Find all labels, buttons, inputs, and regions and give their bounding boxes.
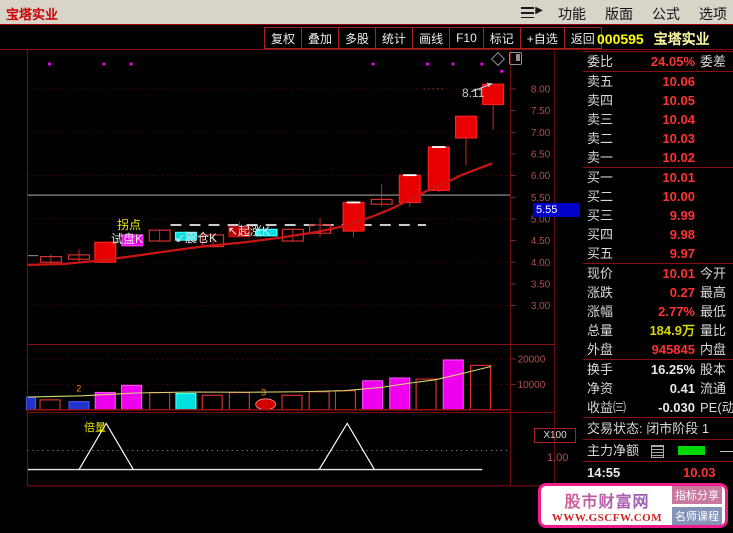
annotation-beiliang: 倍量	[84, 422, 106, 434]
menu-item-0[interactable]: 功能	[558, 4, 586, 24]
stock-code: 000595	[597, 31, 644, 47]
row-buy2: 买二 10.00	[587, 189, 695, 204]
row-buy5: 买五 9.97	[587, 246, 695, 261]
app-window: 宝塔实业 ▶ 功能 版面 公式 选项 复权 叠加 多股 统计 画线 F10 标记 +自选 返回 000…	[0, 0, 733, 533]
toolbar-button-5[interactable]: F10	[450, 28, 484, 48]
menu-item-3[interactable]: 选项	[699, 4, 727, 24]
row-sell4: 卖四 10.05	[587, 93, 695, 108]
menu-bar: 宝塔实业 ▶ 功能 版面 公式 选项	[0, 0, 733, 25]
annotation-qizhang-k: ↖起涨K	[228, 224, 271, 238]
hamburger-menu-icon[interactable]: ▶	[521, 5, 543, 19]
row-change: 涨跌 0.27 最高	[587, 285, 727, 300]
annotation-shipan-k: 试盘K	[111, 232, 144, 246]
hamburger-lines-icon	[521, 7, 534, 18]
watermark-badge-2: 名师课程	[672, 507, 722, 525]
svg-text:8.00: 8.00	[531, 85, 551, 96]
row-mainforce: 主力净额 —	[587, 443, 733, 458]
toolbar-buttons: 复权 叠加 多股 统计 画线 F10 标记 +自选 返回	[264, 27, 602, 49]
row-buy4: 买四 9.98	[587, 227, 695, 242]
watermark-url: WWW.GSCFW.COM	[551, 511, 663, 524]
row-turnover: 换手 16.25% 股本	[587, 362, 727, 377]
price-tag-555: 5.55	[533, 203, 580, 217]
svg-text:7.50: 7.50	[531, 106, 551, 117]
row-trade-status: 交易状态: 闭市阶段 1	[587, 421, 710, 436]
row-sell3: 卖三 10.04	[587, 112, 695, 127]
diamond-icon[interactable]	[490, 51, 506, 66]
row-buy3: 买三 9.99	[587, 208, 695, 223]
toolbar-button-0[interactable]: 复权	[265, 28, 303, 48]
annotation-zhencang-k: ↙震仓K	[175, 231, 218, 245]
hamburger-arrow-icon: ▶	[535, 5, 543, 16]
svg-text:7.00: 7.00	[531, 128, 551, 139]
toolbar-button-7[interactable]: +自选	[520, 28, 565, 48]
toolbar-button-3[interactable]: 统计	[376, 28, 414, 48]
watermark-badges: 指标分享 名师课程	[672, 486, 722, 525]
volume-multiplier-label: X100	[534, 428, 576, 443]
row-buy1: 买一 10.01	[587, 170, 695, 185]
mainforce-net-bar	[678, 446, 705, 455]
signal-axis-label: 1.00	[547, 452, 569, 464]
main-menu: 功能 版面 公式 选项	[558, 4, 727, 24]
svg-text:2: 2	[76, 384, 81, 394]
svg-text:4.50: 4.50	[531, 236, 551, 247]
watermark-text: 股市财富网 WWW.GSCFW.COM	[544, 488, 670, 524]
menu-item-1[interactable]: 版面	[605, 4, 633, 24]
watermark-title: 股市财富网	[544, 488, 670, 512]
svg-text:3.00: 3.00	[531, 301, 551, 312]
row-volume: 总量 184.9万 量比	[587, 323, 727, 338]
list-icon[interactable]	[651, 445, 664, 458]
stock-title: 000595 宝塔实业	[597, 29, 710, 49]
row-networth: 净资 0.41 流通	[587, 381, 727, 396]
row-sell1: 卖一 10.02	[587, 150, 695, 165]
stock-name: 宝塔实业	[653, 31, 710, 47]
svg-text:20000: 20000	[518, 355, 546, 366]
panel-layout-icon[interactable]	[509, 52, 522, 65]
svg-text:10000: 10000	[518, 380, 546, 391]
toolbar-button-1[interactable]: 叠加	[302, 28, 340, 48]
toolbar: 复权 叠加 多股 统计 画线 F10 标记 +自选 返回 000595 宝塔实业	[0, 25, 733, 50]
kline-chart[interactable]: 8.007.507.006.506.005.505.004.504.003.50…	[0, 50, 583, 533]
menu-item-2[interactable]: 公式	[652, 4, 680, 24]
toolbar-button-8[interactable]: 返回	[564, 28, 601, 48]
toolbar-button-4[interactable]: 画线	[413, 28, 451, 48]
row-sell5: 卖五 10.06	[587, 74, 695, 89]
row-ticker: 14:55 10.03	[587, 465, 716, 480]
svg-text:6.00: 6.00	[531, 171, 551, 182]
chart-corner-controls	[490, 51, 522, 66]
toolbar-button-2[interactable]: 多股	[339, 28, 377, 48]
toolbar-button-6[interactable]: 标记	[483, 28, 521, 48]
svg-text:3.50: 3.50	[531, 280, 551, 291]
svg-text:6.50: 6.50	[531, 150, 551, 161]
row-sell2: 卖二 10.03	[587, 131, 695, 146]
row-eps: 收益㈢ -0.030 PE(动	[587, 400, 733, 415]
quote-panel: 委比 24.05% 委差 卖五 10.06 卖四 10.05 卖三 10.04 卖二 10.03 卖一…	[583, 51, 733, 533]
row-outer: 外盘 945845 内盘	[587, 342, 727, 357]
svg-text:4.00: 4.00	[531, 258, 551, 269]
price-callout: 8.11	[462, 86, 485, 100]
window-stock-title: 宝塔实业	[6, 7, 59, 22]
row-price: 现价 10.01 今开	[587, 266, 727, 281]
watermark: 股市财富网 WWW.GSCFW.COM 指标分享 名师课程	[538, 483, 728, 528]
row-pct: 涨幅 2.77% 最低	[587, 304, 727, 319]
watermark-badge-1: 指标分享	[672, 486, 722, 504]
row-weibi: 委比 24.05% 委差	[587, 54, 727, 69]
